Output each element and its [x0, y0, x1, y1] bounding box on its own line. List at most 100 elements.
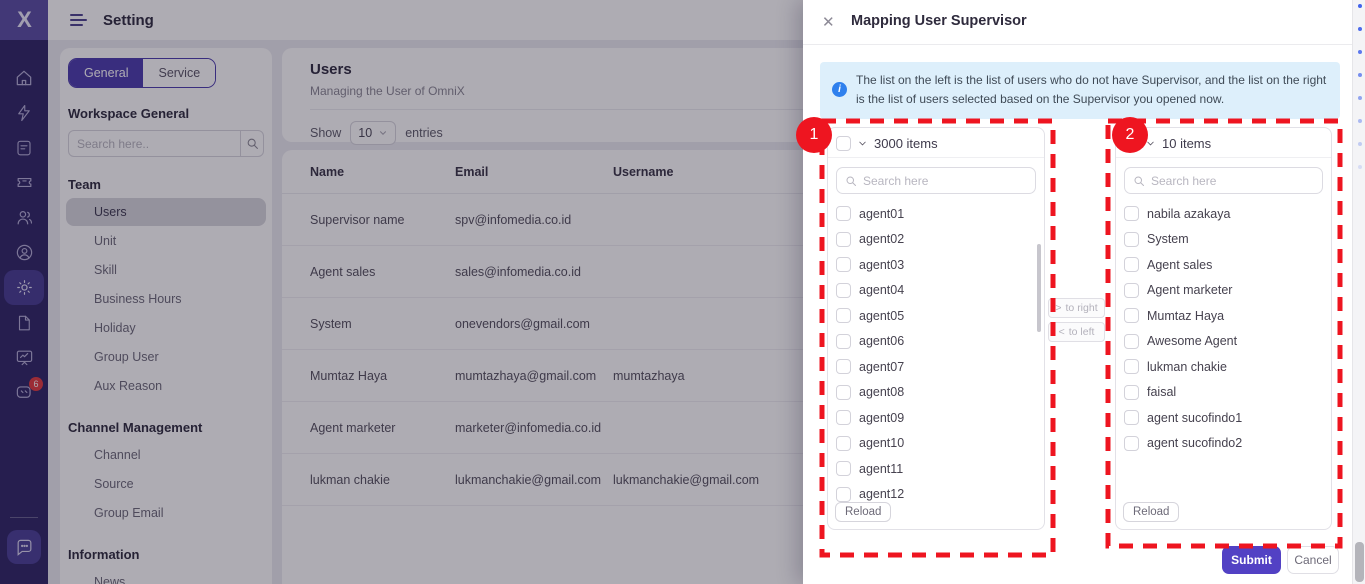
checkbox[interactable]	[836, 436, 851, 451]
user-option[interactable]: agent06	[828, 329, 1044, 355]
user-option-label: agent03	[859, 258, 904, 272]
user-option-label: nabila azakaya	[1147, 207, 1230, 221]
checkbox[interactable]	[836, 461, 851, 476]
user-option[interactable]: agent sucofindo1	[1116, 405, 1331, 431]
checkbox[interactable]	[836, 334, 851, 349]
user-option[interactable]: agent09	[828, 405, 1044, 431]
right-reload-button[interactable]: Reload	[1123, 502, 1179, 522]
checkbox[interactable]	[836, 206, 851, 221]
user-option-label: System	[1147, 232, 1189, 246]
checkbox[interactable]	[1124, 257, 1139, 272]
user-option[interactable]: agent sucofindo2	[1116, 431, 1331, 457]
user-option[interactable]: Awesome Agent	[1116, 329, 1331, 355]
to-right-button[interactable]: > to right	[1048, 298, 1105, 318]
user-option-label: agent07	[859, 360, 904, 374]
user-option-label: agent06	[859, 334, 904, 348]
to-right-label: to right	[1066, 302, 1098, 314]
user-option[interactable]: nabila azakaya	[1116, 201, 1331, 227]
search-icon	[845, 175, 857, 187]
checkbox[interactable]	[1124, 283, 1139, 298]
user-option-label: agent10	[859, 436, 904, 450]
page-scrollbar[interactable]	[1352, 0, 1365, 584]
user-option[interactable]: lukman chakie	[1116, 354, 1331, 380]
right-search	[1124, 167, 1323, 194]
left-reload-button[interactable]: Reload	[835, 502, 891, 522]
user-option-label: agent01	[859, 207, 904, 221]
checkbox[interactable]	[836, 257, 851, 272]
left-search-input[interactable]	[863, 174, 1027, 188]
modal-divider	[803, 44, 1352, 45]
left-list-items: agent01 agent02 agent03 agent04 agent05 agent…	[828, 199, 1044, 507]
left-list-scrollbar[interactable]	[1037, 244, 1041, 332]
user-option-label: agent sucofindo1	[1147, 411, 1242, 425]
user-option[interactable]: Agent marketer	[1116, 278, 1331, 304]
checkbox[interactable]	[1124, 436, 1139, 451]
checkbox[interactable]	[1124, 359, 1139, 374]
checkbox[interactable]	[836, 283, 851, 298]
checkbox[interactable]	[1124, 334, 1139, 349]
scrollbar-thumb[interactable]	[1355, 542, 1364, 582]
user-option-label: agent04	[859, 283, 904, 297]
user-option-label: agent08	[859, 385, 904, 399]
unassigned-users-list: 3000 items agent01agent02agent03agent04a…	[827, 127, 1045, 530]
search-icon	[1133, 175, 1145, 187]
to-left-button[interactable]: < to left	[1048, 322, 1105, 342]
left-count-label: 3000 items	[874, 136, 938, 151]
checkbox[interactable]	[1124, 206, 1139, 221]
close-icon[interactable]: ✕	[822, 13, 835, 31]
user-option-label: faisal	[1147, 385, 1176, 399]
chevron-down-icon[interactable]	[857, 138, 868, 149]
checkbox[interactable]	[836, 359, 851, 374]
user-option-label: agent12	[859, 487, 904, 501]
to-left-label: to left	[1069, 326, 1095, 338]
user-option[interactable]: Agent sales	[1116, 252, 1331, 278]
user-option-label: lukman chakie	[1147, 360, 1227, 374]
transfer-controls: > to right < to left	[1048, 298, 1105, 342]
right-count-label: 10 items	[1162, 136, 1211, 151]
user-option-label: agent11	[859, 462, 903, 476]
checkbox[interactable]	[836, 487, 851, 502]
checkbox[interactable]	[836, 232, 851, 247]
submit-button[interactable]: Submit	[1222, 546, 1281, 574]
right-search-input[interactable]	[1151, 174, 1314, 188]
info-icon: i	[832, 82, 847, 97]
checkbox[interactable]	[836, 410, 851, 425]
right-list-items: nabila azakaya System Agent sales Agent mar…	[1116, 199, 1331, 456]
checkbox[interactable]	[836, 385, 851, 400]
checkbox[interactable]	[1124, 410, 1139, 425]
user-option[interactable]: Mumtaz Haya	[1116, 303, 1331, 329]
user-option-label: agent sucofindo2	[1147, 436, 1242, 450]
info-text: The list on the left is the list of user…	[856, 71, 1328, 110]
chevron-down-icon[interactable]	[1145, 138, 1156, 149]
assigned-users-list: 10 items nabila azakaya System Agent sales…	[1115, 127, 1332, 530]
user-option[interactable]: agent05	[828, 303, 1044, 329]
mapping-user-supervisor-modal: ✕ Mapping User Supervisor i The list on …	[803, 0, 1352, 584]
user-option[interactable]: faisal	[1116, 380, 1331, 406]
user-option[interactable]: System	[1116, 227, 1331, 253]
checkbox[interactable]	[1124, 385, 1139, 400]
chevron-left-icon: <	[1059, 326, 1065, 338]
checkbox[interactable]	[1124, 232, 1139, 247]
cancel-button[interactable]: Cancel	[1287, 546, 1339, 574]
modal-title: Mapping User Supervisor	[851, 13, 1027, 29]
left-search	[836, 167, 1036, 194]
user-option[interactable]: agent03	[828, 252, 1044, 278]
user-option[interactable]: agent04	[828, 278, 1044, 304]
user-option-label: Awesome Agent	[1147, 334, 1237, 348]
user-option[interactable]: agent08	[828, 380, 1044, 406]
checkbox[interactable]	[836, 308, 851, 323]
select-all-left-checkbox[interactable]	[836, 136, 851, 151]
user-option-label: Mumtaz Haya	[1147, 309, 1224, 323]
user-option-label: agent05	[859, 309, 904, 323]
user-option-label: agent09	[859, 411, 904, 425]
user-option-label: Agent marketer	[1147, 283, 1232, 297]
checkbox[interactable]	[1124, 308, 1139, 323]
user-option[interactable]: agent02	[828, 227, 1044, 253]
user-option[interactable]: agent10	[828, 431, 1044, 457]
user-option[interactable]: agent01	[828, 201, 1044, 227]
select-all-right-checkbox[interactable]	[1124, 136, 1139, 151]
info-banner: i The list on the left is the list of us…	[820, 62, 1340, 119]
user-option[interactable]: agent07	[828, 354, 1044, 380]
user-option-label: Agent sales	[1147, 258, 1212, 272]
user-option[interactable]: agent11	[828, 456, 1044, 482]
